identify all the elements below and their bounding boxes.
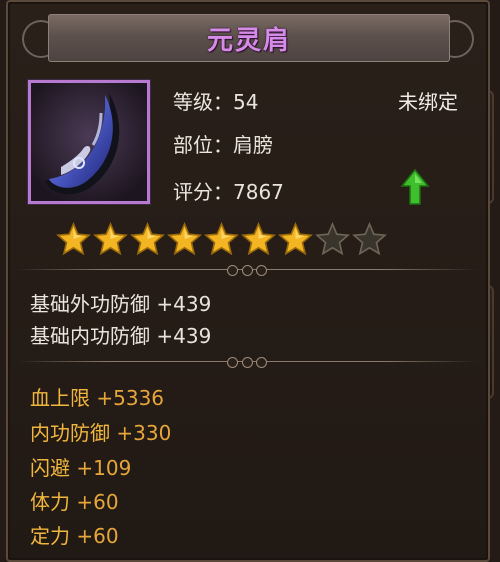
star-filled-icon (130, 222, 165, 256)
item-slot-value: 肩膀 (233, 133, 273, 157)
item-tooltip: 元灵肩 等级：54 部位：肩膀 评分：7867 未绑定 基础外功防御 +439 … (6, 0, 490, 562)
item-level: 等级：54 (173, 90, 259, 114)
star-empty-icon (315, 222, 350, 256)
item-score: 评分：7867 (173, 180, 284, 204)
upgrade-arrow-icon (400, 168, 430, 205)
star-filled-icon (56, 222, 91, 256)
item-level-value: 54 (233, 90, 259, 114)
item-score-value: 7867 (233, 180, 284, 204)
star-empty-icon (352, 222, 387, 256)
item-slot: 部位：肩膀 (173, 133, 273, 157)
extra-attribute: 体力 +60 (30, 490, 119, 514)
extra-attribute: 血上限 +5336 (30, 386, 165, 410)
extra-attribute: 定力 +60 (30, 524, 119, 548)
extra-attribute: 闪避 +109 (30, 456, 132, 480)
extra-attribute: 内功防御 +330 (30, 421, 172, 445)
star-filled-icon (167, 222, 202, 256)
star-filled-icon (204, 222, 239, 256)
shoulder-armor-icon (31, 83, 147, 201)
item-title-bar: 元灵肩 (48, 14, 450, 62)
divider (16, 356, 478, 368)
star-filled-icon (241, 222, 276, 256)
base-attribute: 基础内功防御 +439 (30, 324, 212, 348)
base-attribute: 基础外功防御 +439 (30, 292, 212, 316)
item-name: 元灵肩 (206, 25, 291, 56)
star-filled-icon (93, 222, 128, 256)
bind-status: 未绑定 (398, 90, 458, 114)
divider (16, 264, 478, 276)
star-rating (56, 222, 387, 257)
star-filled-icon (278, 222, 313, 256)
item-icon-frame[interactable] (28, 80, 150, 204)
